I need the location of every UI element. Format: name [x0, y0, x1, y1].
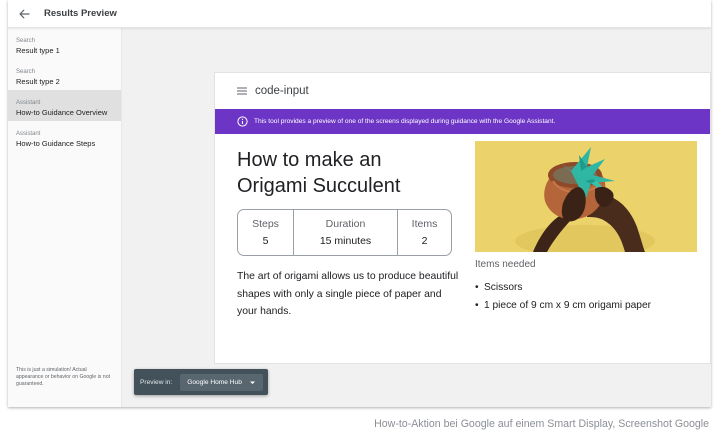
sidebar-item-category: Search [16, 69, 36, 75]
sidebar: Search Result type 1 Search Result type … [8, 28, 122, 407]
stat-value: 5 [262, 235, 269, 247]
list-item: 1 piece of 9 cm x 9 cm origami paper [475, 297, 707, 315]
smart-display-card: code-input This tool provides a preview … [214, 72, 711, 364]
info-banner-text: This tool provides a preview of one of t… [254, 118, 556, 125]
stat-duration: Duration 15 minutes [293, 210, 397, 255]
how-to-description: The art of origami allows us to produce … [237, 271, 459, 317]
sidebar-item-how-to-guidance-steps[interactable]: Assistant How-to Guidance Steps [8, 121, 121, 152]
sidebar-item-how-to-guidance-overview[interactable]: Assistant How-to Guidance Overview [8, 90, 121, 121]
how-to-title: How to make an Origami Succulent [237, 149, 401, 197]
sidebar-item-category: Assistant [16, 100, 41, 106]
stat-steps: Steps 5 [238, 210, 293, 255]
sidebar-item-label: Result type 2 [16, 77, 60, 86]
image-caption: How-to-Aktion bei Google auf einem Smart… [374, 418, 709, 430]
sidebar-item-label: Result type 1 [16, 46, 60, 55]
arrow-left-icon[interactable] [16, 6, 32, 22]
list-item: Scissors [475, 279, 707, 297]
stat-items: Items 2 [397, 210, 451, 255]
info-icon [237, 116, 248, 127]
app-window: Results Preview Search Result type 1 Sea… [8, 0, 711, 407]
top-bar: Results Preview [8, 0, 711, 28]
stat-value: 15 minutes [319, 235, 372, 247]
sidebar-item-category: Assistant [16, 131, 41, 137]
preview-device-value: Google Home Hub [187, 378, 242, 386]
sidebar-item-result-type-2[interactable]: Search Result type 2 [8, 59, 121, 90]
preview-label: Preview in: [140, 378, 173, 386]
simulation-disclaimer: This is just a simulation! Actual appear… [16, 367, 111, 387]
sidebar-item-label: How-to Guidance Steps [16, 139, 96, 148]
sidebar-item-category: Search [16, 38, 36, 44]
items-needed-label: Items needed [475, 259, 536, 270]
stat-label: Duration [325, 218, 366, 230]
items-needed-list: Scissors 1 piece of 9 cm x 9 cm origami … [475, 279, 707, 314]
sidebar-item-result-type-1[interactable]: Search Result type 1 [8, 28, 121, 59]
preview-device-select[interactable]: Google Home Hub [180, 373, 264, 391]
menu-icon[interactable] [237, 86, 247, 96]
card-header-title: code-input [255, 85, 309, 97]
card-header: code-input [215, 73, 710, 109]
stat-label: Steps [252, 218, 279, 230]
info-banner: This tool provides a preview of one of t… [215, 109, 710, 134]
caret-down-icon [249, 379, 256, 386]
sidebar-item-label: How-to Guidance Overview [16, 108, 108, 117]
stat-label: Items [411, 218, 438, 230]
preview-device-bar: Preview in: Google Home Hub [134, 369, 268, 395]
stat-value: 2 [421, 235, 428, 247]
stats-box: Steps 5 Duration 15 minutes Items 2 [237, 209, 452, 256]
page-title: Results Preview [44, 8, 117, 19]
preview-area: code-input This tool provides a preview … [122, 28, 711, 407]
origami-succulent-image [475, 141, 697, 252]
